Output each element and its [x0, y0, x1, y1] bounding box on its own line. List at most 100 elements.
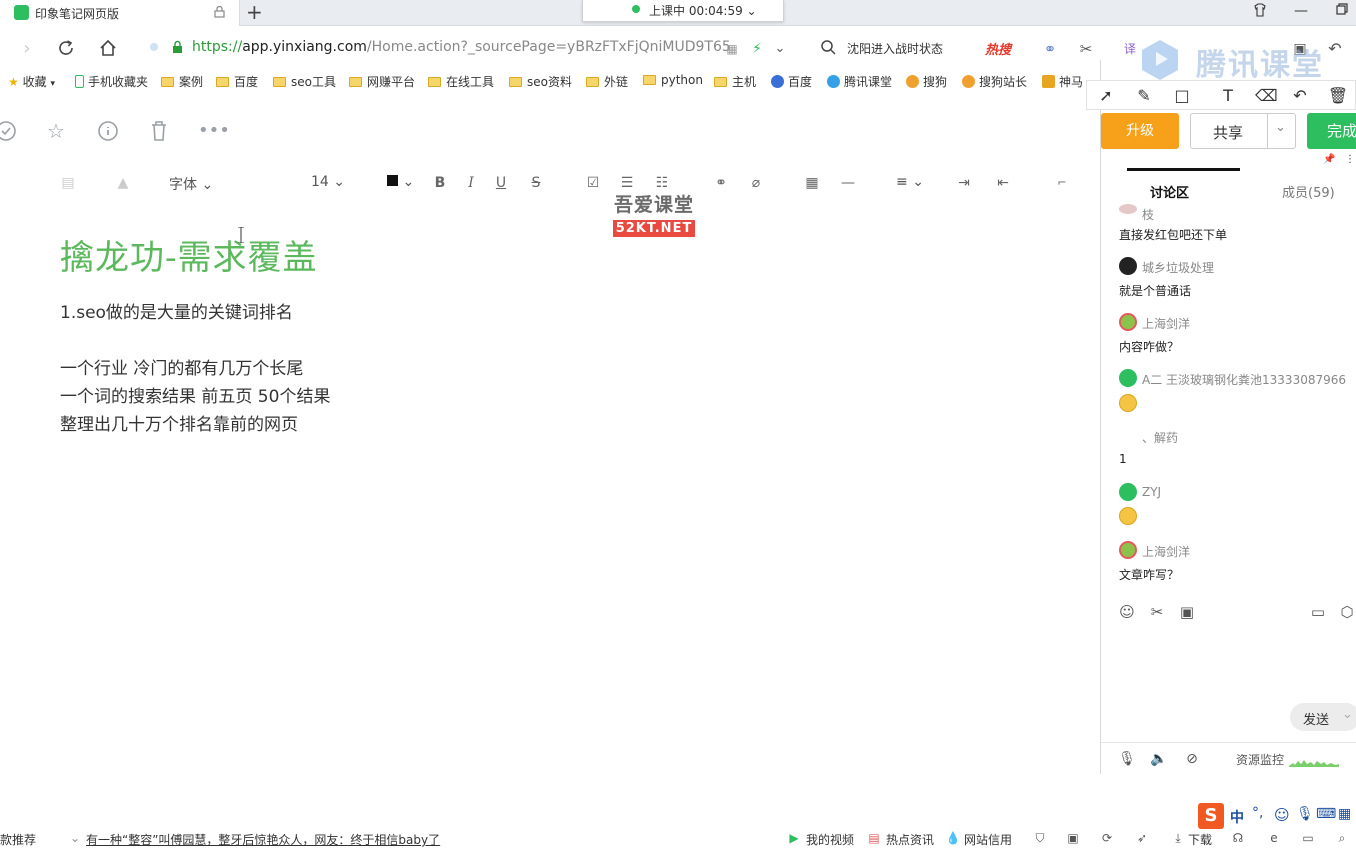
bookmark-sogou[interactable]: 搜狗	[906, 73, 947, 90]
send-button[interactable]: 发送 ⌄	[1290, 703, 1356, 731]
star-icon[interactable]: ☆	[44, 120, 68, 144]
note-line[interactable]: 一个词的搜索结果 前五页 50个结果	[60, 382, 330, 407]
window-icon[interactable]: ▭	[1300, 830, 1316, 846]
font-size-select[interactable]: 14 ⌄	[311, 174, 345, 190]
bookmark-cases[interactable]: 案例	[161, 73, 203, 90]
strikethrough-button[interactable]: S	[526, 173, 546, 193]
shield-icon[interactable]: ⛉	[1032, 830, 1048, 846]
tab-members[interactable]: 成员(59)	[1282, 182, 1335, 201]
bookmark-favorites[interactable]: ★ 收藏 ▾	[8, 73, 55, 90]
trash-icon[interactable]: 🗑	[1327, 85, 1349, 107]
ime-menu-icon[interactable]: ▦	[1338, 806, 1351, 822]
emoji-picker-icon[interactable]: ☺	[1117, 602, 1137, 622]
checkbox-icon[interactable]: ☑	[583, 173, 603, 193]
settings-icon[interactable]: ⬡	[1337, 602, 1356, 622]
outdent-icon[interactable]: ⇤	[993, 173, 1013, 193]
lock-icon[interactable]: ▲	[113, 173, 133, 193]
news-icon[interactable]: ▤	[866, 830, 882, 846]
done-button[interactable]: 完成	[1307, 113, 1356, 149]
rectangle-icon[interactable]: □	[1171, 85, 1193, 107]
pen-icon[interactable]: ✎	[1133, 85, 1155, 107]
skin-icon[interactable]	[1250, 3, 1270, 21]
translate-icon[interactable]: 译	[1120, 39, 1140, 59]
italic-button[interactable]: I	[461, 173, 481, 193]
note-line[interactable]: 整理出几十万个排名靠前的网页	[60, 410, 298, 435]
hot-search-text[interactable]: 沈阳进入战时状态	[847, 40, 943, 57]
chevron-down-icon[interactable]: ⌄	[770, 39, 790, 59]
bookmark-python[interactable]: python	[643, 73, 703, 87]
forward-icon[interactable]: ›	[17, 39, 37, 59]
no-video-icon[interactable]: ⊘	[1183, 750, 1201, 768]
search-icon[interactable]	[818, 39, 838, 59]
tab-lock-icon[interactable]	[214, 6, 225, 18]
bookmark-hosting[interactable]: 主机	[714, 73, 756, 90]
new-tab-button[interactable]: +	[246, 1, 263, 23]
zoom-icon[interactable]: ⌕	[1334, 830, 1350, 846]
live-class-status[interactable]: 上课中 00:04:59 ⌄	[582, 0, 784, 22]
pointer-icon[interactable]: ➚	[1095, 85, 1117, 107]
bookmark-tencent-classroom[interactable]: 腾讯课堂	[827, 73, 892, 90]
secure-lock-icon[interactable]	[172, 40, 183, 54]
site-credit-link[interactable]: 网站信用	[964, 831, 1012, 848]
bold-button[interactable]: B	[430, 173, 450, 193]
qr-code-icon[interactable]: ▦	[722, 39, 742, 59]
chevron-down-icon[interactable]: ⌄	[70, 831, 80, 845]
security-info-icon[interactable]	[150, 43, 158, 51]
note-line[interactable]: 一个行业 冷门的都有几万个长尾	[60, 354, 303, 379]
bookmark-online-tools[interactable]: 在线工具	[428, 73, 494, 90]
news-ticker-link[interactable]: 有一种“整容”叫傅园慧，整牙后惊艳众人，网友：终于相信baby了	[86, 831, 440, 848]
hot-search-button[interactable]: 热搜	[985, 39, 1011, 58]
emoji-ime-icon[interactable]: ☺	[1274, 806, 1290, 824]
chevron-down-icon[interactable]: ⌄	[1275, 120, 1286, 135]
text-icon[interactable]: T	[1217, 85, 1239, 107]
undo-icon[interactable]: ↶	[1289, 85, 1311, 107]
notebook-icon[interactable]: ▤	[58, 173, 78, 193]
url-field[interactable]: https://app.yinxiang.com/Home.action?_so…	[192, 39, 731, 55]
image-icon[interactable]: ▣	[1177, 602, 1197, 622]
bookmark-seo-tools[interactable]: seo工具	[273, 73, 336, 90]
text-color-select[interactable]: ⌄	[387, 174, 414, 190]
my-video-link[interactable]: 我的视频	[806, 831, 854, 848]
video-icon[interactable]: ▶	[786, 830, 802, 846]
horizontal-rule-icon[interactable]: —	[838, 173, 858, 193]
more-icon[interactable]: •••	[198, 120, 230, 144]
home-icon[interactable]	[98, 39, 118, 59]
tab-discussion[interactable]: 讨论区	[1150, 182, 1189, 201]
hot-news-link[interactable]: 热点资讯	[886, 831, 934, 848]
bookmark-backlinks[interactable]: 外链	[586, 73, 628, 90]
more-vertical-icon[interactable]: ⋮	[1345, 154, 1355, 165]
link-icon[interactable]: ⚭	[711, 173, 731, 193]
upgrade-button[interactable]: 升级	[1101, 113, 1179, 149]
share-button[interactable]: 共享 ⌄	[1190, 113, 1296, 149]
ie-icon[interactable]: e	[1266, 830, 1282, 846]
scissors-icon[interactable]: ✂	[1147, 602, 1167, 622]
info-icon[interactable]	[96, 120, 120, 144]
bookmark-shenma[interactable]: 神马	[1042, 73, 1083, 90]
recommend-label[interactable]: 热款推荐	[0, 831, 36, 848]
image-icon[interactable]: ▣	[1065, 830, 1081, 846]
comment-icon[interactable]: ▭	[1308, 602, 1328, 622]
font-family-select[interactable]: 字体 ⌄	[169, 174, 213, 194]
indent-icon[interactable]: ⇥	[954, 173, 974, 193]
microphone-icon[interactable]: 🎙	[1118, 750, 1136, 768]
keyboard-icon[interactable]: ⌨	[1316, 806, 1336, 822]
bookmark-mobile[interactable]: 手机收藏夹	[75, 73, 148, 90]
voice-ime-icon[interactable]: 🎙	[1296, 806, 1314, 822]
align-select[interactable]: ≡ ⌄	[896, 174, 924, 190]
maximize-icon[interactable]	[1332, 3, 1352, 19]
bookmark-sogou-webmaster[interactable]: 搜狗站长	[962, 73, 1027, 90]
note-line[interactable]: 1.seo做的是大量的关键词排名	[60, 298, 293, 323]
rocket-icon[interactable]: ➶	[1134, 830, 1150, 846]
droplet-icon[interactable]: 💧	[945, 830, 961, 846]
subscript-icon[interactable]: ⌐	[1052, 173, 1072, 193]
scissors-icon[interactable]: ✂	[1076, 39, 1096, 59]
trash-icon[interactable]	[147, 120, 171, 144]
numbered-list-icon[interactable]: ☷	[652, 173, 672, 193]
note-title[interactable]: 擒龙功-需求覆盖	[60, 230, 318, 279]
download-icon[interactable]: ⤓	[1170, 830, 1186, 846]
speaker-icon[interactable]: 🔈	[1150, 750, 1168, 768]
link-icon[interactable]: ⚭	[1040, 39, 1060, 59]
headset-icon[interactable]: ☊	[1230, 830, 1246, 846]
pin-icon[interactable]: 📌	[1323, 154, 1335, 165]
chevron-down-icon[interactable]: ⌄	[1342, 707, 1353, 722]
